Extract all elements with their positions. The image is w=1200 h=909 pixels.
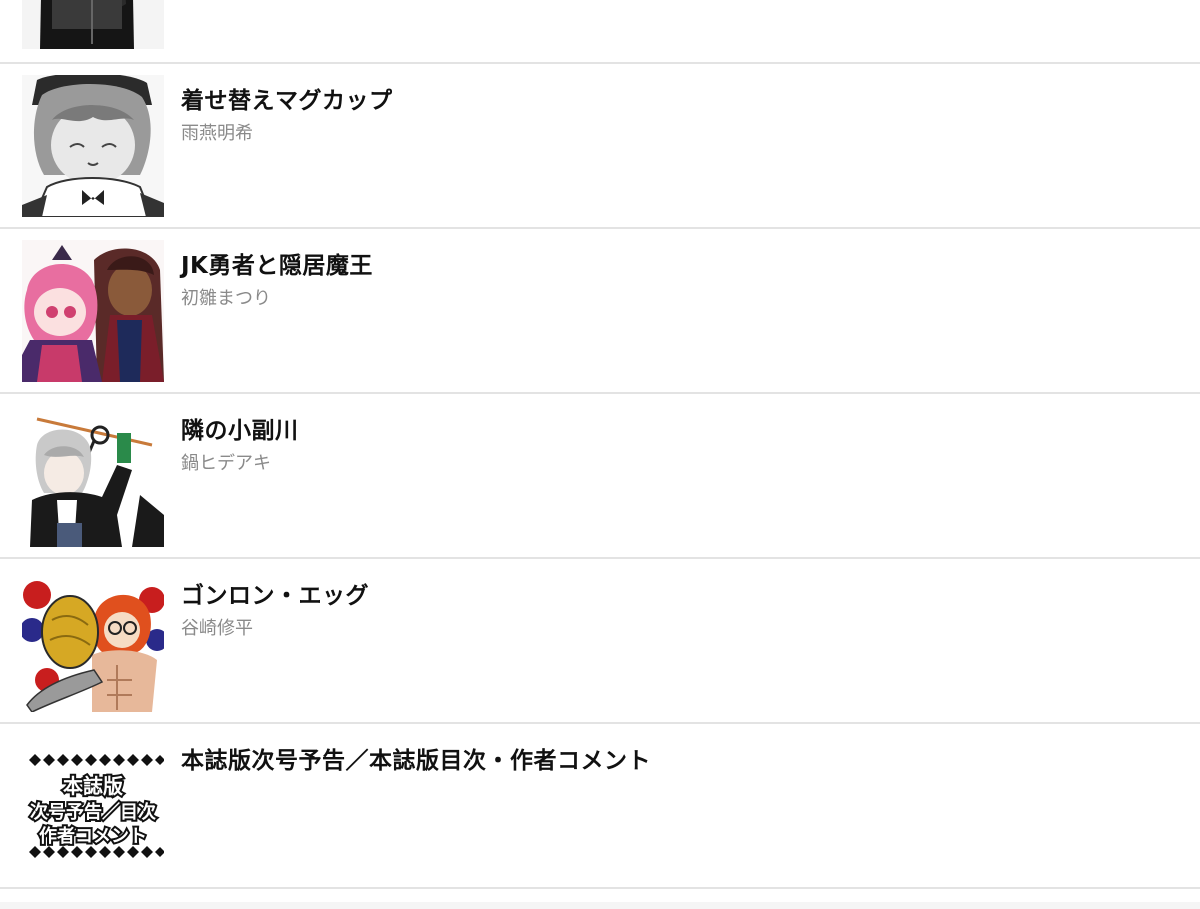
banner-line-2: 次号予告／目次	[30, 801, 156, 823]
list-item[interactable]: 着せ替えマグカップ 雨燕明希	[0, 64, 1200, 229]
list-bottom-edge	[0, 902, 1200, 909]
banner-line-3: 作者コメント	[39, 825, 147, 847]
thumbnail-image	[22, 570, 164, 712]
pink-hair-girl-and-dark-lord-cover-icon	[22, 240, 164, 382]
series-author: 初雛まつり	[181, 288, 271, 309]
series-title: JK勇者と隠居魔王	[181, 253, 373, 279]
series-title: 隣の小副川	[181, 418, 299, 444]
list-item[interactable]: JK勇者と隠居魔王 初雛まつり	[0, 229, 1200, 394]
series-author: 雨燕明希	[181, 123, 253, 144]
thumbnail-image	[22, 0, 164, 49]
list-item[interactable]: 隣の小副川 鍋ヒデアキ	[0, 394, 1200, 559]
golden-egg-cover-icon	[22, 570, 164, 712]
series-title: ゴンロン・エッグ	[181, 583, 369, 609]
text-banner-icon: 本誌版 次号予告／目次 作者コメント	[22, 735, 164, 877]
thumbnail-image	[22, 405, 164, 547]
silver-hair-boy-cover-icon	[22, 405, 164, 547]
list-item[interactable]: 本誌版 次号予告／目次 作者コメント 本誌版次号予告／本誌版目次・作者コメント	[0, 724, 1200, 889]
grayscale-girl-cover-icon	[22, 75, 164, 217]
list-item[interactable]	[0, 0, 1200, 64]
thumbnail-image	[22, 75, 164, 217]
series-author: 谷崎修平	[181, 618, 253, 639]
series-title: 本誌版次号予告／本誌版目次・作者コメント	[181, 748, 651, 774]
series-author: 鍋ヒデアキ	[181, 453, 271, 474]
list-item[interactable]: ゴンロン・エッグ 谷崎修平	[0, 559, 1200, 724]
thumbnail-image	[22, 240, 164, 382]
series-title: 着せ替えマグカップ	[181, 88, 393, 114]
partial-cover-art-icon	[22, 0, 164, 49]
thumbnail-image: 本誌版 次号予告／目次 作者コメント	[22, 735, 164, 877]
banner-line-1: 本誌版	[63, 774, 123, 798]
